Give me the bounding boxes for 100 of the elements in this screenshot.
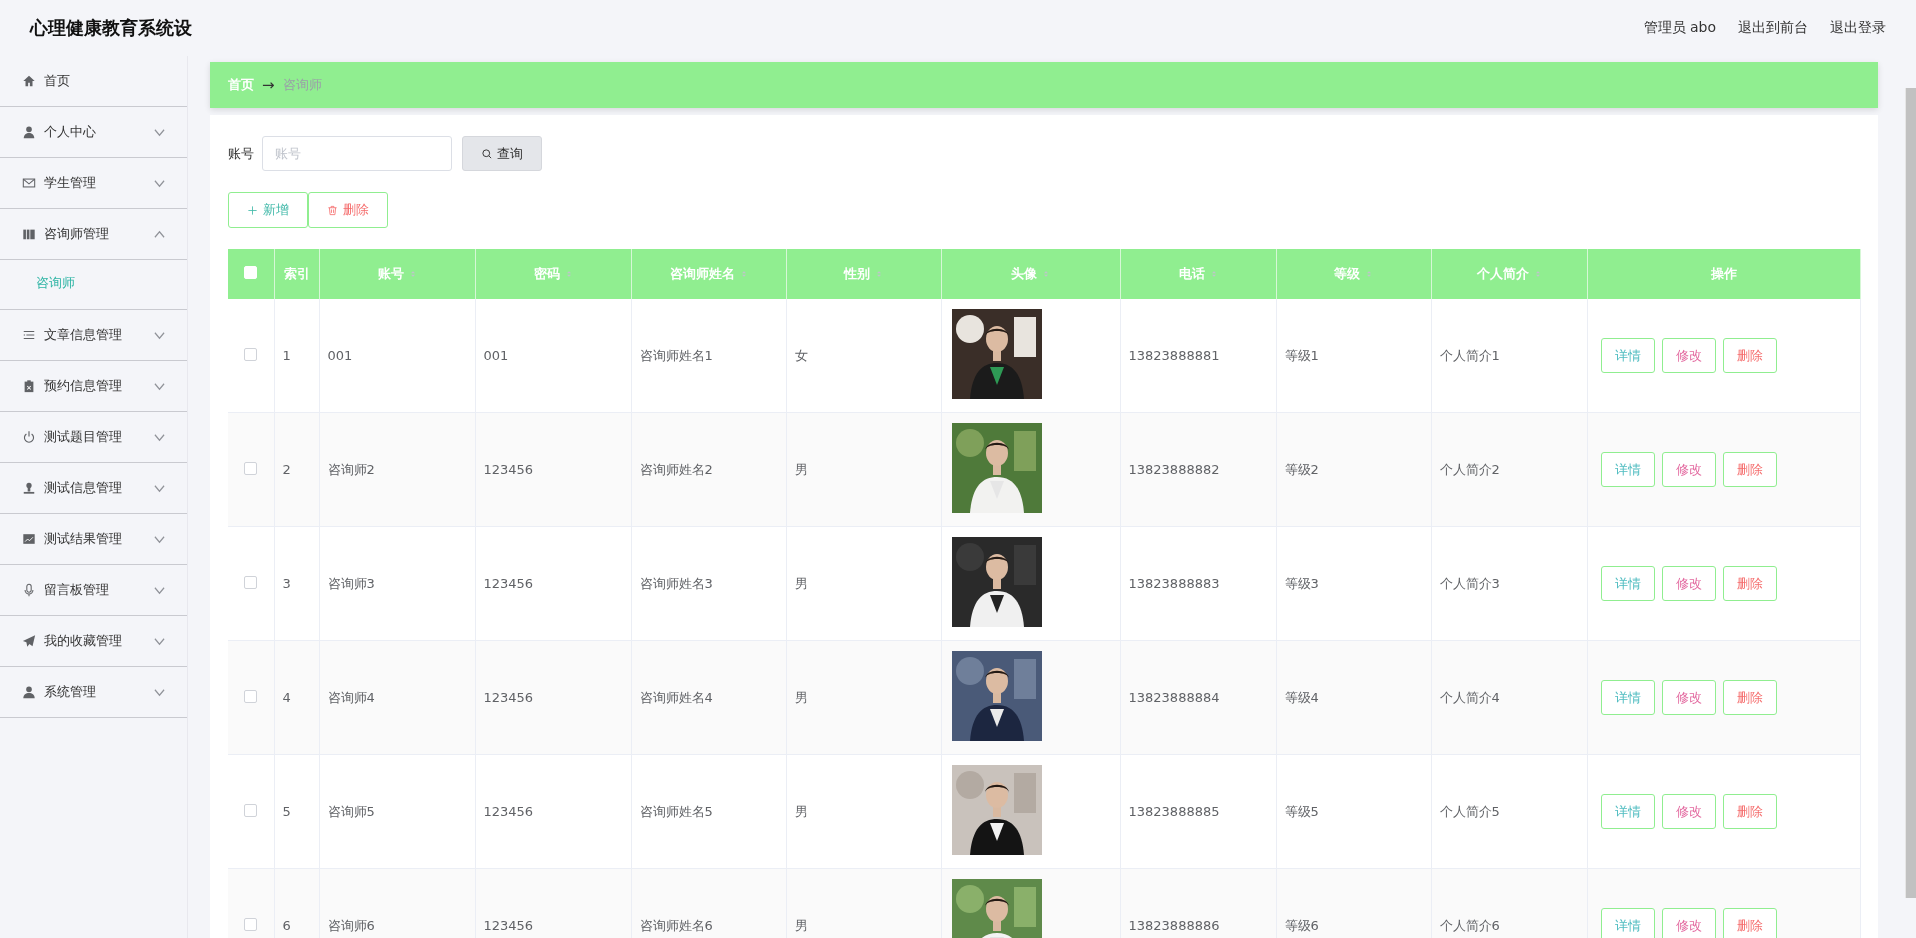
table-cell: 4: [282, 690, 291, 705]
table-cell: 等级2: [1284, 461, 1319, 477]
edit-button[interactable]: 修改: [1661, 680, 1716, 715]
detail-button[interactable]: 详情: [1600, 680, 1655, 715]
arrow-separator: →: [262, 76, 275, 94]
sidebar-item[interactable]: 个人中心: [0, 107, 187, 158]
table-cell: 等级1: [1284, 347, 1319, 363]
row-checkbox[interactable]: [244, 917, 258, 931]
search-field[interactable]: 账号: [262, 136, 452, 171]
table-cell: 咨询师姓名3: [639, 575, 713, 591]
table-cell: 咨询师5: [327, 803, 375, 819]
sidebar-subitem[interactable]: 咨询师: [36, 275, 75, 290]
row-checkbox[interactable]: [244, 803, 258, 817]
table-cell: 123456: [483, 462, 534, 477]
sidebar-item[interactable]: 首页: [0, 56, 187, 107]
add-button[interactable]: 新增: [228, 192, 308, 228]
breadcrumb-link[interactable]: 咨询师: [282, 76, 322, 94]
microphone-icon: [22, 583, 36, 597]
row-checkbox[interactable]: [244, 347, 258, 361]
delete-button[interactable]: 删除: [1722, 338, 1777, 373]
edit-button[interactable]: 修改: [1661, 452, 1716, 487]
table-cell: 男: [794, 917, 808, 933]
delete-button[interactable]: 删除: [1722, 452, 1777, 487]
delete-button[interactable]: 删除: [1722, 908, 1777, 938]
table-cell: 1: [282, 348, 291, 363]
edit-button[interactable]: 修改: [1661, 794, 1716, 829]
detail-button[interactable]: 详情: [1600, 338, 1655, 373]
delete-button[interactable]: 删除: [308, 192, 388, 228]
table-cell: 个人简介4: [1439, 689, 1500, 705]
table-cell: 123456: [483, 690, 534, 705]
table-cell: 2: [282, 462, 291, 477]
person-icon: [22, 685, 36, 699]
paper-plane-icon: [22, 634, 36, 648]
table-cell: 个人简介5: [1439, 803, 1500, 819]
sidebar-item[interactable]: 预约信息管理: [0, 361, 187, 412]
table-cell: 女: [794, 347, 808, 363]
sidebar-item[interactable]: 留言板管理: [0, 565, 187, 616]
header-link[interactable]: 退出登录: [1830, 19, 1886, 37]
edit-button[interactable]: 修改: [1661, 908, 1716, 938]
table-cell: 咨询师姓名6: [639, 917, 713, 933]
table-cell: 13823888883: [1128, 576, 1220, 591]
search-label: 账号: [228, 144, 254, 163]
power-icon: [22, 430, 36, 444]
table-cell: 男: [794, 461, 808, 477]
table-cell: 等级4: [1284, 689, 1319, 705]
table-cell: 个人简介6: [1439, 917, 1500, 933]
table-cell: 13823888881: [1128, 348, 1220, 363]
mail-icon: [22, 176, 36, 190]
home-icon: [22, 74, 36, 88]
sidebar-item[interactable]: 咨询师管理: [0, 209, 187, 260]
detail-button[interactable]: 详情: [1600, 566, 1655, 601]
scrollbar[interactable]: [1905, 88, 1916, 898]
sort-icon: [875, 269, 883, 279]
table-cell: 咨询师4: [327, 689, 375, 705]
row-checkbox[interactable]: [244, 461, 258, 475]
table-cell: 123456: [483, 804, 534, 819]
table-cell: 3: [282, 576, 291, 591]
table-cell: 123456: [483, 576, 534, 591]
table-cell: 13823888885: [1128, 804, 1220, 819]
table-cell: 001: [327, 348, 353, 363]
table-cell: 6: [282, 918, 291, 933]
clipboard-icon: [22, 379, 36, 393]
sidebar-item[interactable]: 文章信息管理: [0, 310, 187, 361]
row-checkbox[interactable]: [244, 575, 258, 589]
table-cell: 咨询师6: [327, 917, 375, 933]
table-cell: 咨询师姓名4: [639, 689, 713, 705]
table-cell: 男: [794, 803, 808, 819]
table-cell: 男: [794, 689, 808, 705]
edit-button[interactable]: 修改: [1661, 566, 1716, 601]
sidebar-item[interactable]: 学生管理: [0, 158, 187, 209]
delete-button[interactable]: 删除: [1722, 794, 1777, 829]
detail-button[interactable]: 详情: [1600, 908, 1655, 938]
table-cell: 等级6: [1284, 917, 1319, 933]
sidebar-item[interactable]: 测试信息管理: [0, 463, 187, 514]
table-cell: 13823888884: [1128, 690, 1220, 705]
delete-button[interactable]: 删除: [1722, 566, 1777, 601]
search-button[interactable]: 查询: [462, 136, 542, 171]
app-title: 心理健康教育系统设: [30, 16, 192, 40]
header-link[interactable]: 退出到前台: [1738, 19, 1808, 37]
detail-button[interactable]: 详情: [1600, 452, 1655, 487]
row-checkbox[interactable]: [244, 689, 258, 703]
sidebar-item[interactable]: 我的收藏管理: [0, 616, 187, 667]
search-icon: [481, 147, 493, 160]
chart-icon: [22, 532, 36, 546]
stamp-icon: [22, 481, 36, 495]
plus-icon: [247, 204, 258, 216]
sidebar-item[interactable]: 测试结果管理: [0, 514, 187, 565]
sidebar-item[interactable]: 测试题目管理: [0, 412, 187, 463]
sidebar-item[interactable]: 系统管理: [0, 667, 187, 718]
table-cell: 123456: [483, 918, 534, 933]
edit-button[interactable]: 修改: [1661, 338, 1716, 373]
table-cell: 5: [282, 804, 291, 819]
sort-icon: [1365, 269, 1373, 279]
table-cell: 咨询师姓名5: [639, 803, 713, 819]
table-cell: 个人简介1: [1439, 347, 1500, 363]
delete-button[interactable]: 删除: [1722, 680, 1777, 715]
detail-button[interactable]: 详情: [1600, 794, 1655, 829]
table-cell: 13823888882: [1128, 462, 1220, 477]
select-all-checkbox[interactable]: [244, 266, 258, 279]
table-cell: 咨询师3: [327, 575, 375, 591]
